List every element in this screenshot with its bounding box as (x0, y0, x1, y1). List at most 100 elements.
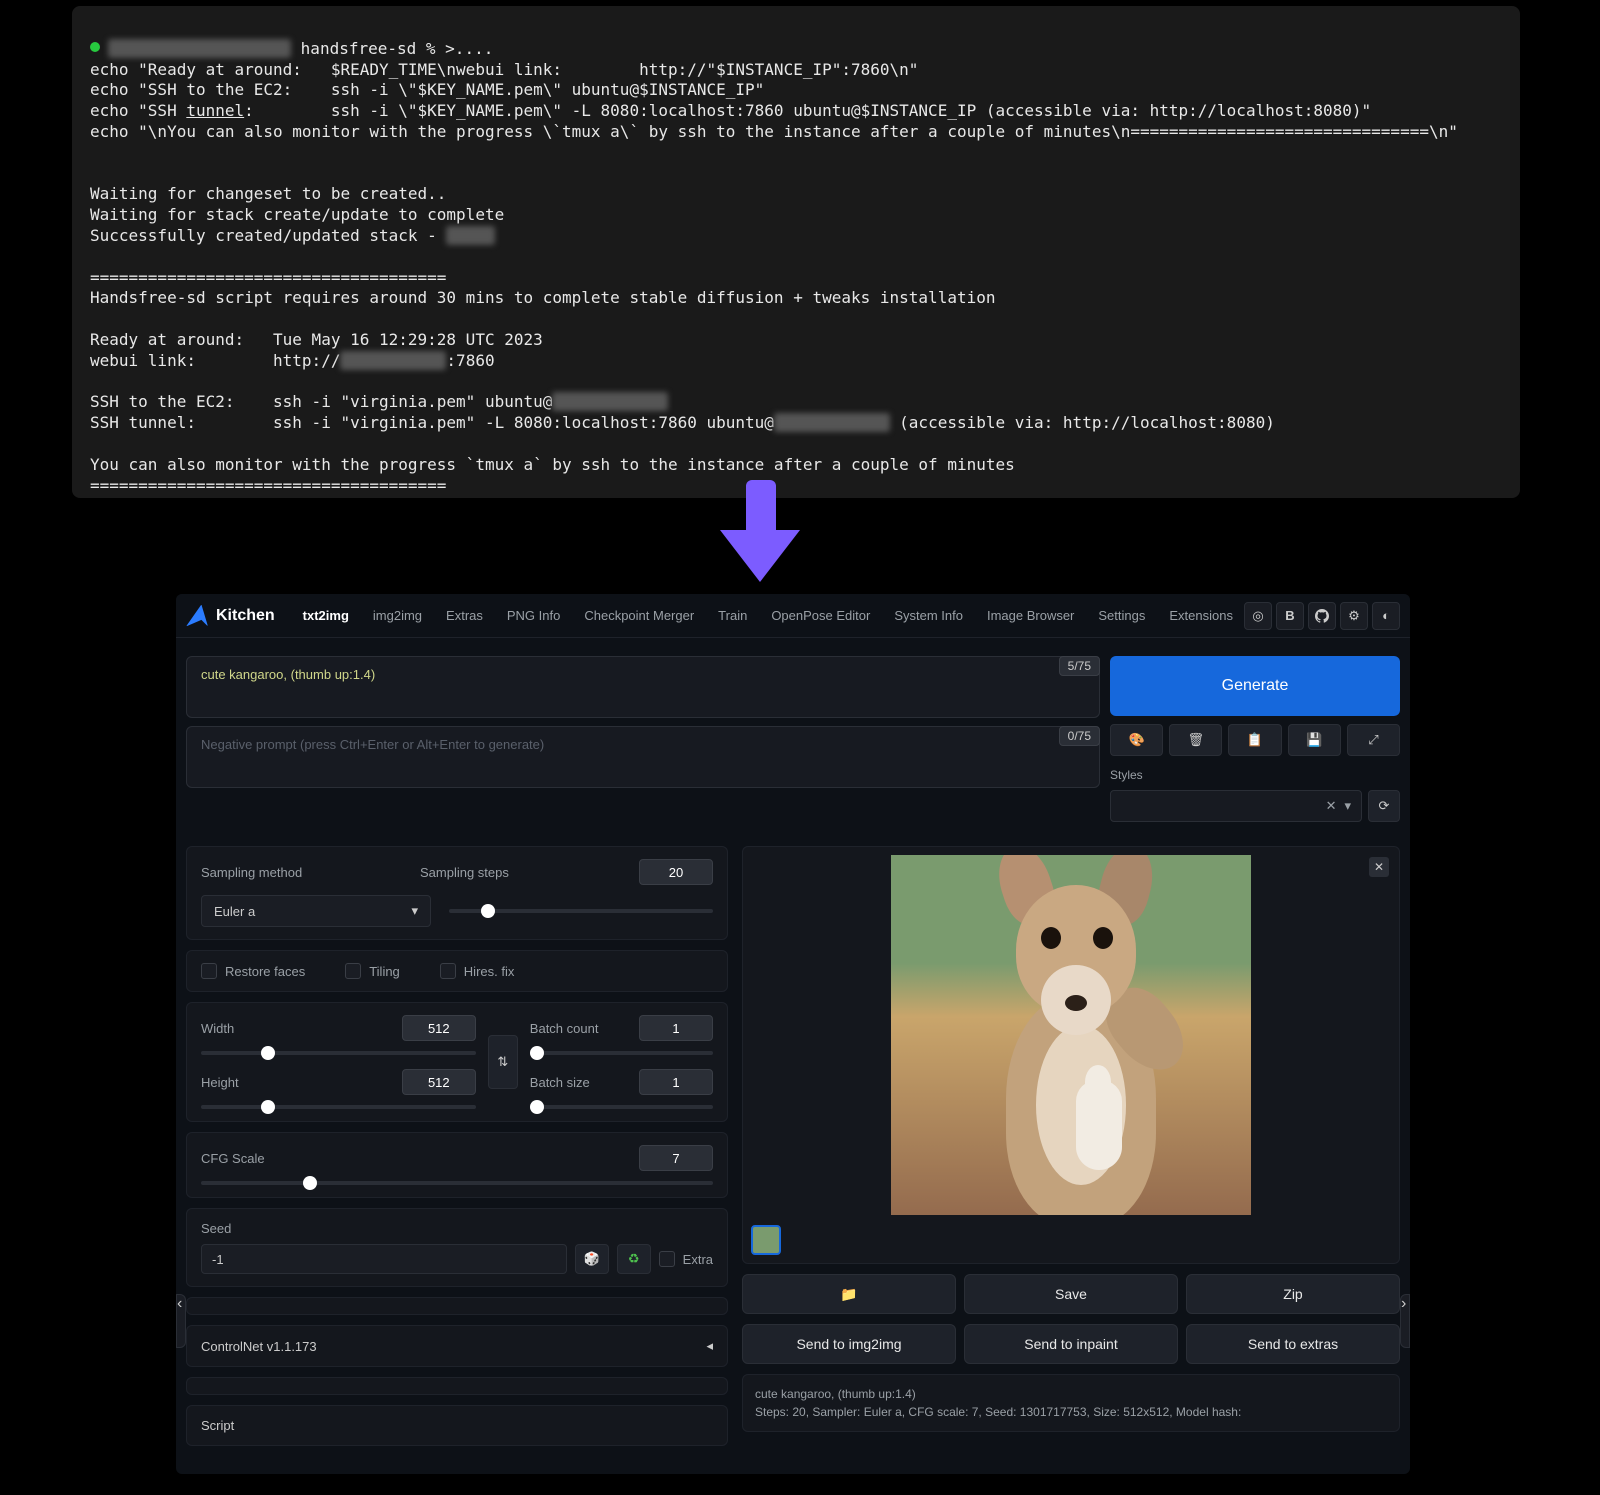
prompt-area: cute kangaroo, (thumb up:1.4) 5/75 Negat… (176, 638, 1410, 840)
terminal-line: : ssh -i \"$KEY_NAME.pem\" -L 8080:local… (244, 101, 1371, 120)
cfg-slider[interactable] (201, 1181, 713, 1185)
close-icon[interactable]: ✕ (1326, 798, 1337, 814)
height-value[interactable]: 512 (402, 1069, 476, 1095)
quick-expand-button[interactable]: ⤢ (1347, 724, 1400, 756)
tab-image-browser[interactable]: Image Browser (977, 602, 1084, 629)
terminal-line: ===================================== (90, 476, 446, 495)
restore-faces-label: Restore faces (225, 964, 305, 979)
batch-count-value[interactable]: 1 (639, 1015, 713, 1041)
height-label: Height (201, 1075, 384, 1090)
cfg-value[interactable]: 7 (639, 1145, 713, 1171)
controlnet-panel[interactable]: ControlNet v1.1.173 ◂ (186, 1325, 728, 1367)
seed-recycle-button[interactable]: ♻ (617, 1244, 651, 1274)
save-button[interactable]: Save (964, 1274, 1178, 1314)
tab-systeminfo[interactable]: System Info (884, 602, 973, 629)
negative-prompt-input[interactable]: Negative prompt (press Ctrl+Enter or Alt… (186, 726, 1100, 788)
sampling-steps-slider[interactable] (449, 909, 713, 913)
prompt-counter: 5/75 (1059, 656, 1100, 676)
swap-dimensions-button[interactable]: ⇅ (488, 1035, 518, 1089)
terminal-line: Waiting for changeset to be created.. (90, 184, 446, 203)
terminal-line: Waiting for stack create/update to compl… (90, 205, 504, 224)
brand-name: Kitchen (216, 607, 275, 625)
send-img2img-button[interactable]: Send to img2img (742, 1324, 956, 1364)
terminal-line: Handsfree-sd script requires around 30 m… (90, 288, 995, 307)
tab-img2img[interactable]: img2img (363, 602, 432, 629)
kitchen-logo-icon (186, 605, 208, 627)
quick-clipboard-button[interactable]: 📋 (1228, 724, 1281, 756)
quick-trash-button[interactable]: 🗑 (1169, 724, 1222, 756)
down-arrow-icon (720, 480, 800, 596)
script-panel[interactable]: Script (186, 1405, 728, 1446)
prompt-input[interactable]: cute kangaroo, (thumb up:1.4) 5/75 (186, 656, 1100, 718)
batch-count-slider[interactable] (530, 1051, 713, 1055)
terminal-line: echo "\nYou can also monitor with the pr… (90, 122, 1458, 141)
close-preview-button[interactable]: ✕ (1369, 857, 1389, 877)
left-panel-handle[interactable]: ‹ (176, 1294, 186, 1348)
quick-save-button[interactable]: 💾 (1288, 724, 1341, 756)
tab-openpose[interactable]: OpenPose Editor (761, 602, 880, 629)
generated-image[interactable] (891, 855, 1251, 1215)
terminal-line: Successfully created/updated stack - (90, 226, 446, 245)
tab-settings[interactable]: Settings (1088, 602, 1155, 629)
tab-extras[interactable]: Extras (436, 602, 493, 629)
redacted-text: xxxxxxxxxxx (340, 351, 446, 370)
right-panel-handle[interactable]: › (1400, 1294, 1410, 1348)
styles-label: Styles (1110, 768, 1400, 782)
target-icon[interactable]: ◎ (1244, 602, 1272, 630)
batch-size-slider[interactable] (530, 1105, 713, 1109)
width-label: Width (201, 1021, 384, 1036)
send-extras-button[interactable]: Send to extras (1186, 1324, 1400, 1364)
seed-random-button[interactable]: 🎲 (575, 1244, 609, 1274)
terminal-line: :7860 (446, 351, 494, 370)
controlnet-label: ControlNet v1.1.173 (201, 1339, 317, 1354)
theme-icon[interactable]: ◐ (1372, 602, 1400, 630)
zip-button[interactable]: Zip (1186, 1274, 1400, 1314)
header-icons: ◎ B ⚙ ◐ (1244, 602, 1400, 630)
tiling-label: Tiling (369, 964, 400, 979)
seed-input[interactable]: -1 (201, 1244, 567, 1274)
styles-refresh-button[interactable]: ⟳ (1368, 790, 1400, 822)
quick-paint-button[interactable]: 🎨 (1110, 724, 1163, 756)
tab-train[interactable]: Train (708, 602, 757, 629)
tab-extensions[interactable]: Extensions (1159, 602, 1243, 629)
caret-left-icon: ◂ (706, 1338, 713, 1354)
thumbnail-row (751, 1225, 781, 1255)
prompt-text: cute kangaroo, (thumb up:1.4) (201, 667, 375, 682)
tiling-checkbox[interactable] (345, 963, 361, 979)
terminal-line: echo "SSH to the EC2: ssh -i \"$KEY_NAME… (90, 80, 764, 99)
styles-select[interactable]: ✕▾ (1110, 790, 1362, 822)
bold-icon[interactable]: B (1276, 602, 1304, 630)
window-dot-icon (90, 42, 100, 52)
sampling-method-label: Sampling method (201, 865, 402, 880)
tab-pnginfo[interactable]: PNG Info (497, 602, 570, 629)
width-slider[interactable] (201, 1051, 476, 1055)
terminal-prompt-tail: >.... (445, 39, 493, 58)
terminal-line: echo "Ready at around: $READY_TIME\nwebu… (90, 60, 918, 79)
generate-button[interactable]: Generate (1110, 656, 1400, 716)
extra-checkbox[interactable] (659, 1251, 675, 1267)
sampling-method-value: Euler a (214, 904, 255, 919)
tab-txt2img[interactable]: txt2img (293, 602, 359, 629)
terminal-line: You can also monitor with the progress `… (90, 455, 1015, 474)
parameter-column: Sampling method Sampling steps 20 Euler … (186, 846, 728, 1446)
info-params: Steps: 20, Sampler: Euler a, CFG scale: … (755, 1403, 1387, 1421)
batch-size-value[interactable]: 1 (639, 1069, 713, 1095)
main-grid: Sampling method Sampling steps 20 Euler … (176, 840, 1410, 1456)
terminal-window: xxxxxxxxxxxxxxxxxxx handsfree-sd % >....… (72, 6, 1520, 498)
gear-icon[interactable]: ⚙ (1340, 602, 1368, 630)
open-folder-button[interactable]: 📁 (742, 1274, 956, 1314)
send-inpaint-button[interactable]: Send to inpaint (964, 1324, 1178, 1364)
negative-prompt-counter: 0/75 (1059, 726, 1100, 746)
width-value[interactable]: 512 (402, 1015, 476, 1041)
sampling-steps-value[interactable]: 20 (639, 859, 713, 885)
height-slider[interactable] (201, 1105, 476, 1109)
thumbnail[interactable] (751, 1225, 781, 1255)
github-icon[interactable] (1308, 602, 1336, 630)
tabs: txt2img img2img Extras PNG Info Checkpoi… (293, 602, 1244, 629)
folder-icon: 📁 (840, 1286, 857, 1303)
hires-fix-checkbox[interactable] (440, 963, 456, 979)
tab-checkpoint-merger[interactable]: Checkpoint Merger (574, 602, 704, 629)
batch-size-label: Batch size (530, 1075, 621, 1090)
sampling-method-select[interactable]: Euler a▾ (201, 895, 431, 927)
restore-faces-checkbox[interactable] (201, 963, 217, 979)
